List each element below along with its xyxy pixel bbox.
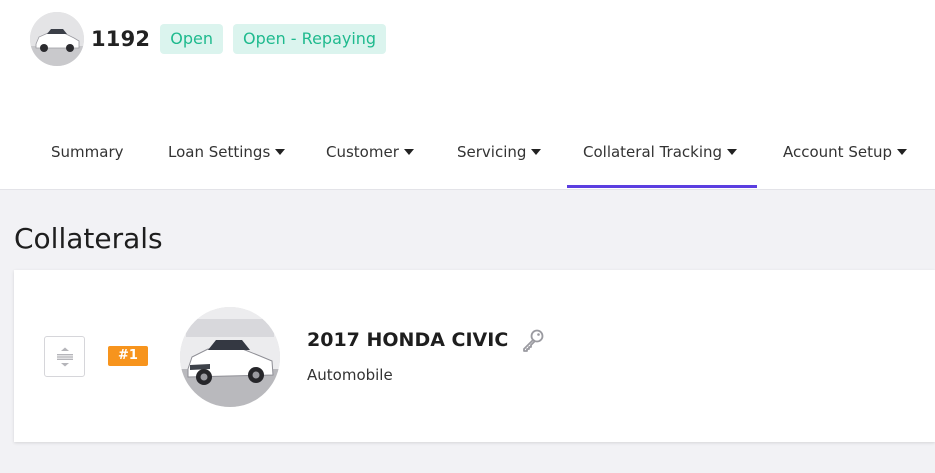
drag-handle-icon xyxy=(56,347,73,366)
tab-servicing-label: Servicing xyxy=(457,143,527,161)
collateral-type: Automobile xyxy=(307,366,393,384)
tab-loan-settings[interactable]: Loan Settings xyxy=(168,128,286,190)
collateral-index-badge: #1 xyxy=(108,346,148,366)
tab-customer[interactable]: Customer xyxy=(326,128,414,190)
caret-down-icon xyxy=(531,149,542,155)
drag-handle[interactable] xyxy=(44,336,85,377)
tab-servicing[interactable]: Servicing xyxy=(457,128,542,190)
caret-down-icon xyxy=(403,149,414,155)
caret-down-icon xyxy=(727,149,738,155)
tab-customer-label: Customer xyxy=(326,143,399,161)
caret-down-icon xyxy=(897,149,907,155)
loan-id: 1192 xyxy=(91,27,151,51)
collateral-card: #1 2017 HONDA CIVIC Automobile xyxy=(14,270,935,442)
tab-loan-settings-label: Loan Settings xyxy=(168,143,271,161)
loan-header: 1192 Open Open - Repaying Summary Loan S… xyxy=(0,0,935,190)
collateral-title-text: 2017 HONDA CIVIC xyxy=(307,329,509,351)
sub-status-badge: Open - Repaying xyxy=(232,24,387,54)
tab-summary[interactable]: Summary xyxy=(51,128,124,190)
tab-collateral-tracking-label: Collateral Tracking xyxy=(583,143,723,161)
tab-summary-label: Summary xyxy=(51,143,124,161)
tab-account-setup[interactable]: Account Setup xyxy=(783,128,907,190)
loan-identity: 1192 Open Open - Repaying xyxy=(30,12,387,66)
tab-collateral-tracking[interactable]: Collateral Tracking xyxy=(567,128,757,190)
page-title: Collaterals xyxy=(14,222,163,255)
caret-down-icon xyxy=(275,149,286,155)
key-icon[interactable] xyxy=(520,327,546,353)
status-badge: Open xyxy=(160,24,223,54)
tab-account-setup-label: Account Setup xyxy=(783,143,892,161)
loan-tabs: Summary Loan Settings Customer Servicing… xyxy=(0,128,935,190)
collateral-title: 2017 HONDA CIVIC xyxy=(307,327,546,353)
collateral-photo[interactable] xyxy=(180,307,280,407)
loan-avatar xyxy=(30,12,84,66)
